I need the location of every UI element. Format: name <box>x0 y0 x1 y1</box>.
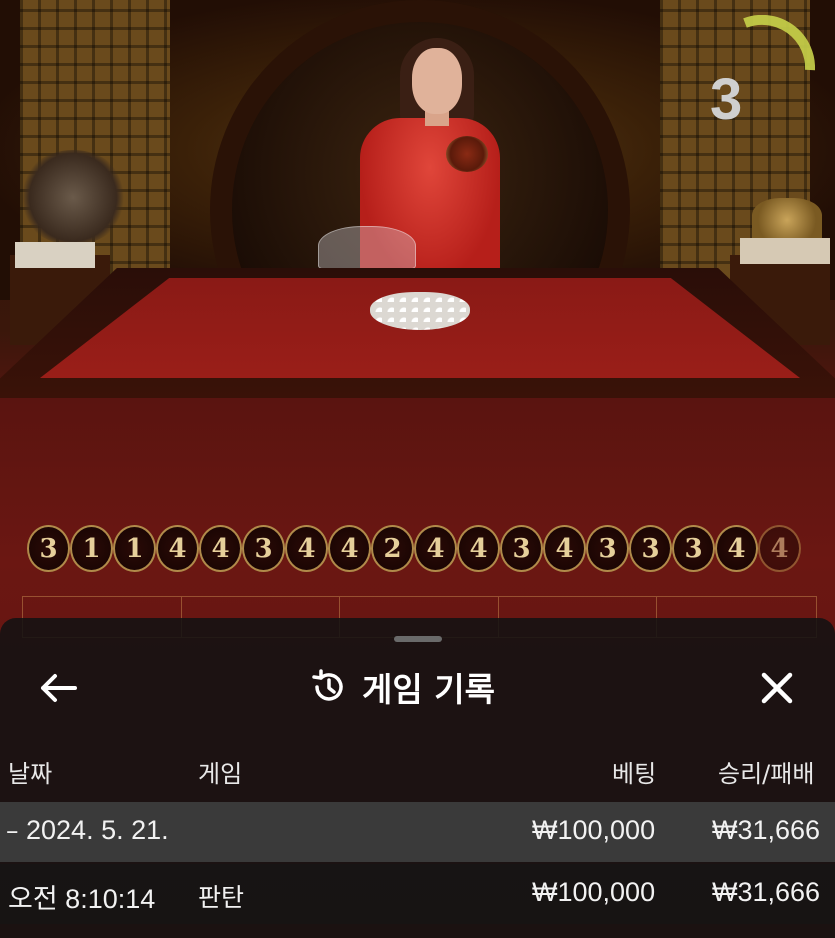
row-result: ₩31,666 <box>712 877 821 907</box>
dealer-face <box>412 48 462 114</box>
drag-handle[interactable] <box>394 636 442 642</box>
sheet-title-label: 게임 기록 <box>362 670 495 709</box>
history-result-chip: 4 <box>414 525 457 572</box>
history-result-chip: 1 <box>113 525 156 572</box>
row-bet: ₩100,000 <box>532 877 656 907</box>
column-header-result: 승리/패배 <box>718 760 815 788</box>
history-result-chip: 4 <box>543 525 586 572</box>
history-result-chip: 4 <box>199 525 242 572</box>
history-result-chip: 3 <box>27 525 70 572</box>
history-result-chip: 3 <box>242 525 285 572</box>
game-history-sheet: 게임 기록 날짜 게임 베팅 승리/패배 – 2024. 5. 21. ₩100… <box>0 618 835 938</box>
date-group-row[interactable]: – 2024. 5. 21. ₩100,000 ₩31,666 <box>0 802 835 862</box>
row-time: 오전 8:10:14 <box>8 884 156 914</box>
history-result-chip: 4 <box>285 525 328 572</box>
row-game: 판탄 <box>198 883 245 912</box>
history-result-chip: 3 <box>500 525 543 572</box>
column-header-bet: 베팅 <box>612 760 657 788</box>
group-date: 2024. 5. 21. <box>26 815 169 845</box>
history-result-chip: 3 <box>672 525 715 572</box>
dealer-bowl <box>446 136 488 172</box>
result-history: 311443442443433344 <box>27 525 835 575</box>
history-result-chip: 4 <box>758 525 801 572</box>
group-result-total: ₩31,666 <box>712 815 821 845</box>
history-result-chip: 1 <box>70 525 113 572</box>
bead-pile <box>370 292 470 330</box>
sheet-title: 게임 기록 <box>310 664 495 710</box>
history-result-chip: 4 <box>156 525 199 572</box>
column-header-game: 게임 <box>198 760 243 788</box>
collapse-dash: – <box>6 816 19 845</box>
history-result-chip: 4 <box>328 525 371 572</box>
history-result-chip: 4 <box>457 525 500 572</box>
history-result-chip: 4 <box>715 525 758 572</box>
group-bet-total: ₩100,000 <box>532 815 656 845</box>
history-result-chip: 3 <box>629 525 672 572</box>
countdown-number: 3 <box>710 67 743 132</box>
history-icon <box>312 669 343 701</box>
back-button[interactable] <box>36 666 80 710</box>
bonsai-plant <box>18 150 128 245</box>
statue-base <box>740 238 830 264</box>
dragon-statue <box>752 198 822 242</box>
history-result-chip: 3 <box>586 525 629 572</box>
arrow-left-icon <box>41 674 77 702</box>
plant-pot <box>15 242 95 268</box>
table-row[interactable]: 오전 8:10:14 판탄 ₩100,000 ₩31,666 <box>0 864 835 924</box>
column-header-date: 날짜 <box>8 760 53 788</box>
history-result-chip: 2 <box>371 525 414 572</box>
close-icon <box>761 672 793 704</box>
glass-dome <box>318 226 416 270</box>
close-button[interactable] <box>755 666 799 710</box>
